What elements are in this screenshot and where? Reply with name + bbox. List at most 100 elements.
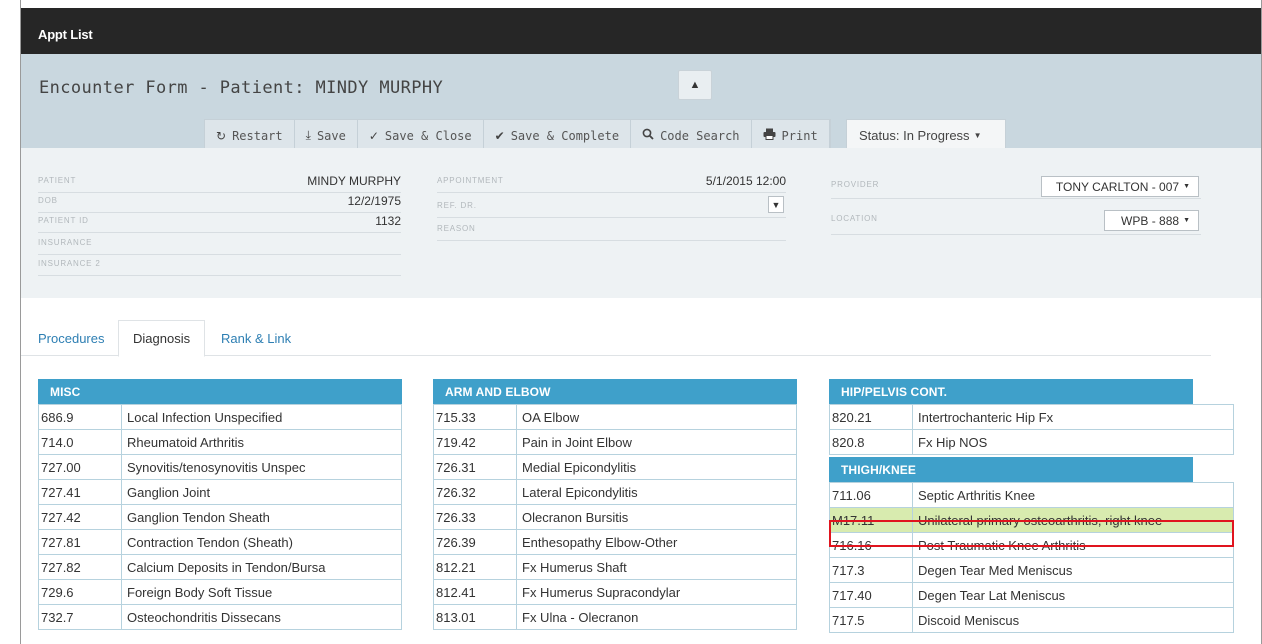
diagnosis-description[interactable]: Foreign Body Soft Tissue [121, 579, 402, 605]
diagnosis-code[interactable]: 726.32 [433, 479, 517, 505]
diagnosis-description[interactable]: Degen Tear Lat Meniscus [912, 582, 1234, 608]
diagnosis-description[interactable]: Fx Humerus Supracondylar [516, 579, 797, 605]
diagnosis-description[interactable]: Medial Epicondylitis [516, 454, 797, 480]
table-row[interactable]: 719.42 Pain in Joint Elbow [433, 429, 797, 455]
appt-list-link[interactable]: Appt List [38, 27, 93, 42]
tab-rank-link[interactable]: Rank & Link [207, 320, 305, 357]
tab-procedures[interactable]: Procedures [24, 320, 118, 357]
diagnosis-code[interactable]: 820.21 [829, 404, 913, 430]
table-row[interactable]: 732.7 Osteochondritis Dissecans [38, 604, 402, 630]
table-row[interactable]: 812.21 Fx Humerus Shaft [433, 554, 797, 580]
table-row[interactable]: 717.3 Degen Tear Med Meniscus [829, 557, 1234, 583]
table-row[interactable]: 716.16 Post Traumatic Knee Arthritis [829, 532, 1234, 558]
diagnosis-description[interactable]: Unilateral primary osteoarthritis, right… [912, 507, 1234, 533]
diagnosis-code[interactable]: 717.40 [829, 582, 913, 608]
diagnosis-description[interactable]: Post Traumatic Knee Arthritis [912, 532, 1234, 558]
table-row[interactable]: 715.33 OA Elbow [433, 404, 797, 430]
table-row[interactable]: 812.41 Fx Humerus Supracondylar [433, 579, 797, 605]
diagnosis-description[interactable]: Contraction Tendon (Sheath) [121, 529, 402, 555]
save-button[interactable]: ⤓ Save [295, 120, 358, 151]
table-row[interactable]: 820.21 Intertrochanteric Hip Fx [829, 404, 1234, 430]
diagnosis-description[interactable]: Septic Arthritis Knee [912, 482, 1234, 508]
table-row[interactable]: 729.6 Foreign Body Soft Tissue [38, 579, 402, 605]
table-row[interactable]: 726.39 Enthesopathy Elbow-Other [433, 529, 797, 555]
table-row[interactable]: 717.5 Discoid Meniscus [829, 607, 1234, 633]
table-row[interactable]: 717.40 Degen Tear Lat Meniscus [829, 582, 1234, 608]
diagnosis-description[interactable]: Olecranon Bursitis [516, 504, 797, 530]
misc-section: MISC 686.9 Local Infection Unspecified 714… [38, 379, 402, 630]
ref-dr-dropdown[interactable]: ▼ [768, 196, 784, 213]
diagnosis-code[interactable]: 812.41 [433, 579, 517, 605]
diagnosis-code[interactable]: 727.41 [38, 479, 122, 505]
diagnosis-description[interactable]: Osteochondritis Dissecans [121, 604, 402, 630]
save-close-button[interactable]: ✓ Save & Close [358, 120, 484, 151]
save-close-label: Save & Close [384, 128, 472, 143]
restart-button[interactable]: ↻ Restart [205, 120, 295, 151]
collapse-button[interactable]: ▲ [678, 70, 712, 100]
hip-pelvis-header: HIP/PELVIS CONT. [829, 379, 1193, 404]
diagnosis-description[interactable]: Pain in Joint Elbow [516, 429, 797, 455]
table-row[interactable]: 813.01 Fx Ulna - Olecranon [433, 604, 797, 630]
diagnosis-code[interactable]: 729.6 [38, 579, 122, 605]
status-dropdown[interactable]: Status: In Progress ▼ [846, 119, 1006, 151]
diagnosis-description[interactable]: Fx Humerus Shaft [516, 554, 797, 580]
table-row[interactable]: M17.11 Unilateral primary osteoarthritis,… [829, 507, 1234, 533]
table-row[interactable]: 711.06 Septic Arthritis Knee [829, 482, 1234, 508]
code-search-button[interactable]: Code Search [631, 120, 752, 151]
table-row[interactable]: 726.33 Olecranon Bursitis [433, 504, 797, 530]
table-row[interactable]: 686.9 Local Infection Unspecified [38, 404, 402, 430]
diagnosis-description[interactable]: OA Elbow [516, 404, 797, 430]
misc-table: 686.9 Local Infection Unspecified 714.0 Rhe… [38, 404, 402, 630]
diagnosis-code[interactable]: 686.9 [38, 404, 122, 430]
table-row[interactable]: 727.00 Synovitis/tenosynovitis Unspec [38, 454, 402, 480]
diagnosis-code[interactable]: 727.00 [38, 454, 122, 480]
diagnosis-description[interactable]: Local Infection Unspecified [121, 404, 402, 430]
save-complete-button[interactable]: ✔ Save & Complete [484, 120, 632, 151]
table-row[interactable]: 727.82 Calcium Deposits in Tendon/Bursa [38, 554, 402, 580]
diagnosis-description[interactable]: Fx Ulna - Olecranon [516, 604, 797, 630]
provider-select[interactable]: TONY CARLTON - 007 ▼ [1041, 176, 1199, 197]
table-row[interactable]: 727.42 Ganglion Tendon Sheath [38, 504, 402, 530]
diagnosis-code[interactable]: 727.81 [38, 529, 122, 555]
tab-diagnosis[interactable]: Diagnosis [118, 320, 206, 357]
diagnosis-description[interactable]: Ganglion Joint [121, 479, 402, 505]
diagnosis-code[interactable]: M17.11 [829, 507, 913, 533]
diagnosis-description[interactable]: Enthesopathy Elbow-Other [516, 529, 797, 555]
diagnosis-code[interactable]: 726.39 [433, 529, 517, 555]
diagnosis-description[interactable]: Calcium Deposits in Tendon/Bursa [121, 554, 402, 580]
diagnosis-code[interactable]: 726.31 [433, 454, 517, 480]
diagnosis-code[interactable]: 717.5 [829, 607, 913, 633]
diagnosis-code[interactable]: 714.0 [38, 429, 122, 455]
table-row[interactable]: 727.81 Contraction Tendon (Sheath) [38, 529, 402, 555]
diagnosis-code[interactable]: 716.16 [829, 532, 913, 558]
diagnosis-description[interactable]: Fx Hip NOS [912, 429, 1234, 455]
print-button[interactable]: Print [752, 120, 830, 151]
table-row[interactable]: 726.31 Medial Epicondylitis [433, 454, 797, 480]
diagnosis-code[interactable]: 715.33 [433, 404, 517, 430]
diagnosis-code[interactable]: 711.06 [829, 482, 913, 508]
diagnosis-description[interactable]: Discoid Meniscus [912, 607, 1234, 633]
diagnosis-code[interactable]: 719.42 [433, 429, 517, 455]
diagnosis-code[interactable]: 726.33 [433, 504, 517, 530]
table-row[interactable]: 726.32 Lateral Epicondylitis [433, 479, 797, 505]
table-row[interactable]: 820.8 Fx Hip NOS [829, 429, 1234, 455]
hip-pelvis-section: HIP/PELVIS CONT. 820.21 Intertrochanteric… [829, 379, 1234, 633]
diagnosis-code[interactable]: 717.3 [829, 557, 913, 583]
diagnosis-code[interactable]: 812.21 [433, 554, 517, 580]
diagnosis-description[interactable]: Lateral Epicondylitis [516, 479, 797, 505]
diagnosis-code[interactable]: 727.82 [38, 554, 122, 580]
diagnosis-description[interactable]: Ganglion Tendon Sheath [121, 504, 402, 530]
diagnosis-description[interactable]: Intertrochanteric Hip Fx [912, 404, 1234, 430]
chevron-up-icon: ▲ [689, 79, 701, 91]
encounter-info-panel: PATIENT MINDY MURPHY DOB 12/2/1975 PATIE… [21, 148, 1261, 298]
diagnosis-description[interactable]: Rheumatoid Arthritis [121, 429, 402, 455]
diagnosis-description[interactable]: Synovitis/tenosynovitis Unspec [121, 454, 402, 480]
table-row[interactable]: 727.41 Ganglion Joint [38, 479, 402, 505]
table-row[interactable]: 714.0 Rheumatoid Arthritis [38, 429, 402, 455]
location-select[interactable]: WPB - 888 ▼ [1104, 210, 1199, 231]
diagnosis-description[interactable]: Degen Tear Med Meniscus [912, 557, 1234, 583]
diagnosis-code[interactable]: 727.42 [38, 504, 122, 530]
diagnosis-code[interactable]: 813.01 [433, 604, 517, 630]
diagnosis-code[interactable]: 732.7 [38, 604, 122, 630]
diagnosis-code[interactable]: 820.8 [829, 429, 913, 455]
